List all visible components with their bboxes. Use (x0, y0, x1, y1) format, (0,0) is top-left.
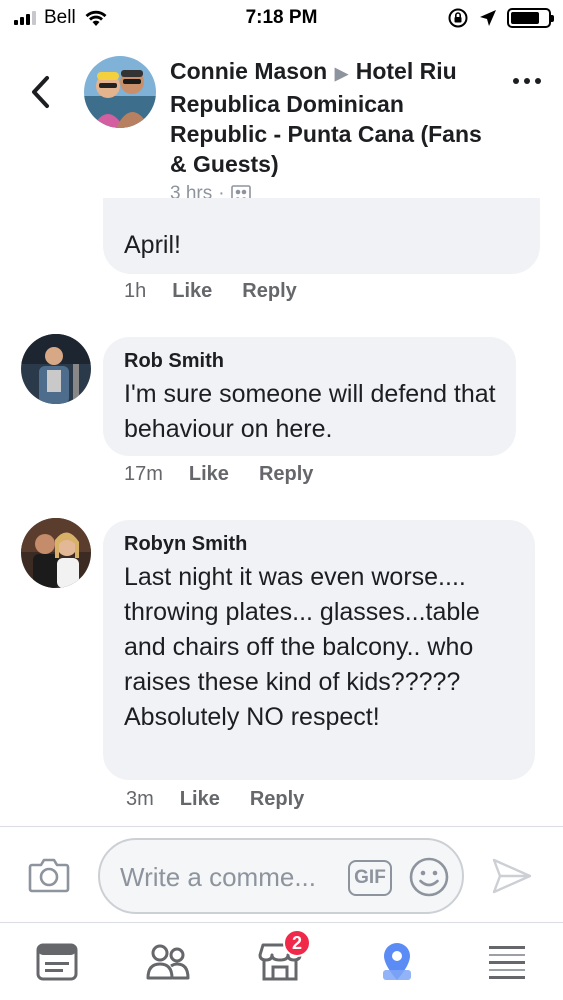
bottom-tab-bar: 2 (0, 923, 563, 1000)
composer-divider (0, 826, 563, 827)
tab-groups[interactable] (143, 937, 193, 987)
commenter-photo (21, 334, 91, 404)
marketplace-badge: 2 (283, 929, 311, 957)
comment-time[interactable]: 17m (124, 463, 163, 486)
tab-maps[interactable] (372, 937, 422, 987)
comment-composer: Write a comme... GIF (0, 836, 563, 916)
reply-button[interactable]: Reply (250, 788, 304, 811)
comment-text: I'm sure someone will defend that behavi… (124, 380, 496, 443)
author-avatar[interactable] (84, 56, 156, 128)
comment-text: April! (124, 231, 181, 259)
status-right (447, 7, 554, 29)
tab-news-feed[interactable] (32, 937, 82, 987)
comment-bubble[interactable]: Rob Smith I'm sure someone will defend t… (103, 337, 516, 456)
arrow-right-icon: ▶ (330, 64, 353, 83)
back-arrow-icon (32, 76, 49, 108)
comment-author[interactable]: Rob Smith (124, 349, 496, 373)
comment-time[interactable]: 1h (124, 280, 146, 303)
battery-icon (507, 8, 554, 28)
back-button[interactable] (22, 70, 58, 114)
like-button[interactable]: Like (189, 463, 229, 486)
emoji-button[interactable] (408, 856, 450, 898)
author-name[interactable]: Connie Mason (170, 58, 327, 84)
tab-marketplace[interactable]: 2 (255, 929, 311, 987)
smiley-icon (409, 857, 449, 897)
send-arrow-icon (492, 858, 532, 894)
comment-actions: 17m Like Reply (124, 463, 343, 486)
menu-icon (489, 946, 525, 979)
commenter-photo (21, 518, 91, 588)
commenter-avatar[interactable] (21, 518, 91, 588)
orientation-lock-icon (448, 8, 468, 28)
tab-menu[interactable] (482, 937, 532, 987)
post-header: Connie Mason ▶ Hotel Riu Republica Domin… (0, 48, 563, 208)
comment-text: Last night it was even worse.... throwin… (124, 563, 480, 731)
commenter-avatar[interactable] (21, 334, 91, 404)
comment-time[interactable]: 3m (126, 788, 154, 811)
status-bar: Bell 7:18 PM (0, 0, 563, 38)
post-header-text: Connie Mason ▶ Hotel Riu Republica Domin… (170, 56, 500, 205)
send-button[interactable] (490, 854, 534, 898)
camera-button[interactable] (28, 856, 70, 894)
more-options-button[interactable] (513, 78, 541, 84)
more-dot-icon (535, 78, 541, 84)
news-feed-icon (36, 943, 78, 981)
post-title: Connie Mason ▶ Hotel Riu Republica Domin… (170, 56, 500, 179)
comment-bubble[interactable]: Robyn Smith Last night it was even worse… (103, 520, 535, 780)
reply-button[interactable]: Reply (259, 463, 313, 486)
like-button[interactable]: Like (180, 788, 220, 811)
more-dot-icon (524, 78, 530, 84)
location-arrow-icon (480, 10, 496, 26)
comment-author[interactable]: Robyn Smith (124, 532, 515, 556)
author-photo (84, 56, 156, 128)
comment-actions: 3m Like Reply (126, 788, 334, 811)
comment-input[interactable]: Write a comme... GIF (98, 838, 464, 914)
gif-button[interactable]: GIF (348, 860, 392, 896)
maps-icon (383, 943, 411, 980)
comment-placeholder: Write a comme... (120, 862, 317, 892)
comment-actions: 1h Like Reply (124, 280, 327, 303)
groups-icon (146, 944, 190, 980)
like-button[interactable]: Like (172, 280, 212, 303)
comment-bubble[interactable]: April! (103, 198, 540, 274)
more-dot-icon (513, 78, 519, 84)
reply-button[interactable]: Reply (242, 280, 296, 303)
camera-icon (28, 858, 70, 893)
